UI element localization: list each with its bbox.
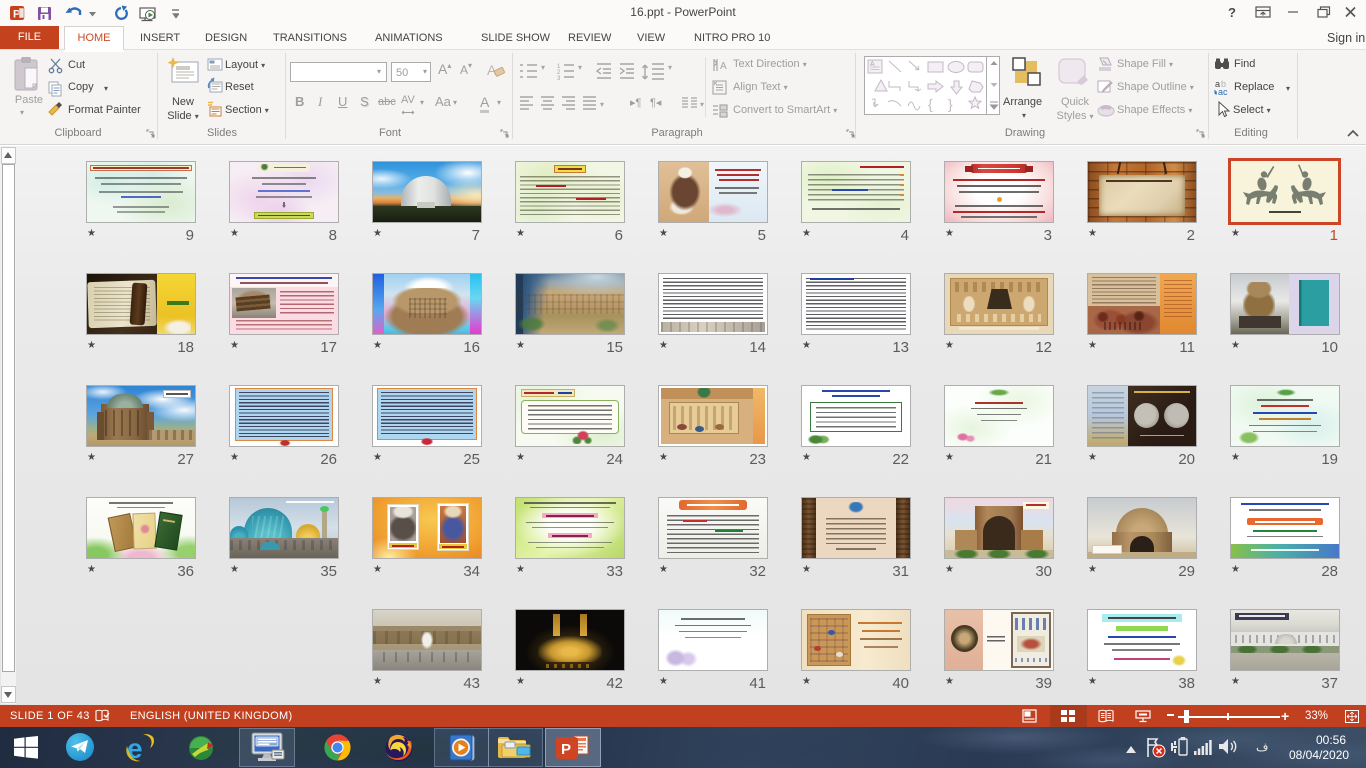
svg-text:▾: ▾ <box>578 63 582 72</box>
svg-text:▾: ▾ <box>600 100 604 109</box>
svg-text:?: ? <box>1228 5 1236 20</box>
svg-text:{: { <box>928 96 933 112</box>
svg-text:}: } <box>948 96 953 112</box>
svg-text:▾: ▾ <box>541 63 545 72</box>
svg-text:A: A <box>720 61 727 72</box>
svg-text:3: 3 <box>557 76 561 82</box>
svg-text:ac: ac <box>1218 87 1228 96</box>
svg-text:A: A <box>870 61 875 68</box>
svg-text:▾: ▾ <box>700 100 704 109</box>
svg-text:P: P <box>561 741 571 758</box>
svg-text:e: e <box>127 733 143 763</box>
svg-text:▾: ▾ <box>668 63 672 72</box>
